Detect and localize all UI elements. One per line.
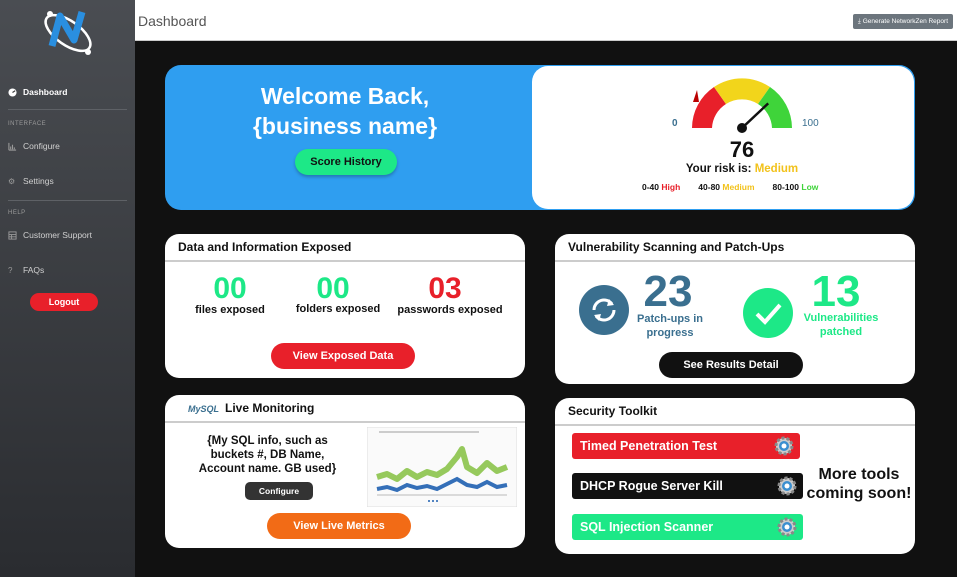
sidebar-item-configure[interactable]: Configure xyxy=(8,141,127,151)
folders-exposed-label: folders exposed xyxy=(295,303,381,315)
sidebar-item-dashboard[interactable]: Dashboard xyxy=(8,87,127,97)
mysql-info: {My SQL info, such as buckets #, DB Name… xyxy=(180,434,355,476)
risk-label-text: Your risk is: xyxy=(685,163,752,175)
chart-icon xyxy=(8,142,17,151)
tool-label: Timed Penetration Test xyxy=(580,439,718,453)
welcome-title: Welcome Back, {business name} xyxy=(235,81,455,141)
legend-low-range: 80-100 xyxy=(772,182,799,192)
refresh-icon xyxy=(579,285,629,335)
gear-icon: ⚙ xyxy=(8,176,16,186)
generate-report-label: Generate NetworkZen Report xyxy=(862,18,948,25)
exposed-title: Data and Information Exposed xyxy=(165,234,525,262)
generate-report-button[interactable]: ⤓ Generate NetworkZen Report xyxy=(852,14,953,29)
page-title: Dashboard xyxy=(138,13,207,29)
legend-medium: 40-80 Medium xyxy=(698,182,754,192)
topbar: Dashboard ⤓ Generate NetworkZen Report xyxy=(135,0,957,41)
live-monitoring-card: Live Monitoring MySQL {My SQL info, such… xyxy=(165,395,525,548)
mysql-logo: MySQL xyxy=(188,404,219,414)
patched-label-2: patched xyxy=(819,326,863,338)
files-exposed-label: files exposed xyxy=(195,304,265,316)
folders-exposed-value: 00 xyxy=(316,272,350,305)
networkzen-logo[interactable] xyxy=(38,6,98,58)
sidebar-item-settings[interactable]: ⚙ Settings xyxy=(8,176,127,186)
patch-ups-label-2: progress xyxy=(646,327,694,339)
files-exposed-value: 00 xyxy=(213,272,247,305)
sidebar-item-label: Configure xyxy=(23,141,60,151)
vulnerability-card: Vulnerability Scanning and Patch-Ups 23 … xyxy=(555,234,915,384)
risk-label: Your risk is: Medium xyxy=(532,163,952,175)
welcome-line-2: {business name} xyxy=(252,113,438,139)
dashboard-gauge-icon xyxy=(8,87,17,97)
legend-high-range: 0-40 xyxy=(642,182,660,192)
sidebar-item-label: Customer Support xyxy=(23,230,92,240)
risk-level: Medium xyxy=(754,163,799,175)
more-tools-line-1: More tools xyxy=(818,466,900,483)
sidebar-item-faqs[interactable]: ? FAQs xyxy=(8,265,127,275)
gauge-min: 0 xyxy=(672,118,678,129)
security-toolkit-title: Security Toolkit xyxy=(555,398,915,426)
sidebar: Dashboard INTERFACE Configure ⚙ Settings… xyxy=(0,0,135,577)
more-tools-note: More tools coming soon! xyxy=(805,465,913,503)
legend-high-label: High xyxy=(661,182,681,192)
mysql-logo-text: MySQL xyxy=(188,404,220,414)
welcome-banner: Welcome Back, {business name} Score Hist… xyxy=(165,65,915,210)
sidebar-item-label: FAQs xyxy=(23,265,45,275)
table-icon xyxy=(8,230,17,240)
sidebar-divider xyxy=(8,109,127,110)
logout-button[interactable]: Logout xyxy=(30,293,98,311)
vulnerability-title: Vulnerability Scanning and Patch-Ups xyxy=(555,234,915,262)
patch-ups-label: Patch-ups in progress xyxy=(625,312,715,340)
sidebar-divider xyxy=(8,200,127,201)
gear-icon[interactable] xyxy=(777,476,797,496)
legend-low: 80-100 Low xyxy=(773,182,819,192)
risk-gauge xyxy=(692,78,792,133)
view-live-metrics-button[interactable]: View Live Metrics xyxy=(267,513,411,539)
legend-low-label: Low xyxy=(801,182,819,192)
gauge-max: 100 xyxy=(802,118,819,129)
mysql-info-2: buckets #, DB Name, xyxy=(210,449,325,461)
score-history-button[interactable]: Score History xyxy=(295,149,397,175)
legend-medium-range: 40-80 xyxy=(698,182,721,192)
passwords-exposed-value: 03 xyxy=(428,272,462,305)
legend-high: 0-40 High xyxy=(642,182,680,192)
gauge-needle xyxy=(741,102,770,129)
patch-ups-label-1: Patch-ups in xyxy=(636,313,703,325)
patched-label: Vulnerabilities patched xyxy=(791,311,891,339)
configure-button[interactable]: Configure xyxy=(245,482,313,500)
tool-button[interactable]: Timed Penetration Test xyxy=(572,433,800,459)
passwords-exposed-label: passwords exposed xyxy=(397,304,503,316)
section-help: HELP xyxy=(8,210,26,216)
tool-button[interactable]: SQL Injection Scanner xyxy=(572,514,803,540)
view-exposed-data-button[interactable]: View Exposed Data xyxy=(271,343,415,369)
risk-legend: 0-40 High 40-80 Medium 80-100 Low xyxy=(642,182,818,192)
risk-score: 76 xyxy=(729,137,755,162)
question-icon: ? xyxy=(8,265,13,275)
check-icon xyxy=(743,288,793,338)
see-results-detail-button[interactable]: See Results Detail xyxy=(659,352,803,378)
sidebar-item-customer-support[interactable]: Customer Support xyxy=(8,230,127,240)
live-monitoring-title: Live Monitoring xyxy=(225,401,315,415)
tool-label: DHCP Rogue Server Kill xyxy=(580,479,723,493)
gear-icon[interactable] xyxy=(774,436,794,456)
security-toolkit-card: Security Toolkit Timed Penetration Test D… xyxy=(555,398,915,554)
patched-value: 13 xyxy=(811,267,861,316)
sidebar-item-label: Dashboard xyxy=(23,87,68,97)
live-metrics-chart-preview xyxy=(367,427,517,507)
mysql-info-1: {My SQL info, such as xyxy=(207,435,328,447)
sidebar-item-label: Settings xyxy=(23,176,54,186)
patched-label-1: Vulnerabilities xyxy=(803,312,879,324)
gear-icon[interactable] xyxy=(777,517,797,537)
mysql-info-3: Account name. GB used} xyxy=(198,463,337,475)
section-interface: INTERFACE xyxy=(8,121,47,127)
exposed-card: Data and Information Exposed 00 files ex… xyxy=(165,234,525,378)
legend-medium-label: Medium xyxy=(722,182,755,192)
tool-button[interactable]: DHCP Rogue Server Kill xyxy=(572,473,803,499)
more-tools-line-2: coming soon! xyxy=(806,485,912,502)
tool-label: SQL Injection Scanner xyxy=(580,520,714,534)
risk-panel: 0 100 76 Your risk is: Medium 0-40 High … xyxy=(532,66,914,209)
patch-ups-value: 23 xyxy=(643,267,693,316)
welcome-line-1: Welcome Back, xyxy=(260,83,430,109)
download-icon: ⤓ xyxy=(857,17,861,25)
